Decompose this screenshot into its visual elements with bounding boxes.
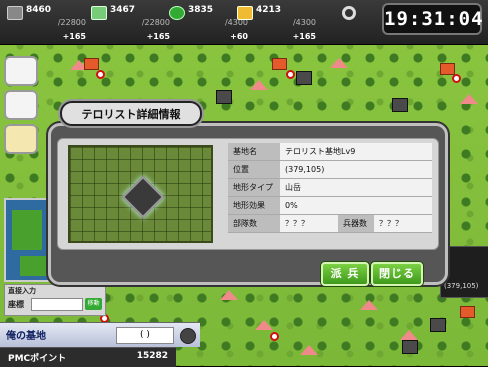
info-label: 地形効果 bbox=[228, 196, 280, 215]
info-value: (379,105) bbox=[280, 160, 432, 179]
house-tile[interactable] bbox=[84, 58, 99, 70]
resource-income: +165 bbox=[62, 32, 86, 41]
gold-icon bbox=[237, 6, 253, 20]
report-icon[interactable] bbox=[4, 90, 38, 120]
coordinate-go-button[interactable]: 移動 bbox=[85, 298, 102, 310]
status-bar: 8460 /22800 +165 3467 /22800 +165 3835 /… bbox=[0, 0, 488, 45]
house-tile[interactable] bbox=[460, 306, 475, 318]
ring-icon[interactable] bbox=[342, 6, 356, 20]
dialog-title: テロリスト詳細情報 bbox=[81, 108, 181, 121]
mail-icon[interactable] bbox=[4, 56, 38, 86]
coordinate-title: 直接入力 bbox=[8, 287, 36, 295]
pmc-value: 15282 bbox=[136, 351, 168, 361]
pmc-label: PMCポイント bbox=[8, 354, 67, 364]
base-selector[interactable]: 俺の基地 ( ) bbox=[0, 322, 200, 347]
enemy-marker-icon[interactable] bbox=[270, 332, 279, 341]
resource-max: /22800 bbox=[57, 18, 86, 27]
oil-icon bbox=[7, 6, 23, 20]
info-label: 基地名 bbox=[228, 143, 280, 161]
soldier-icon bbox=[169, 6, 185, 20]
base-label: 俺の基地 bbox=[6, 331, 46, 342]
resource-value: 3467 bbox=[110, 5, 136, 15]
resource-value: 3835 bbox=[188, 5, 214, 15]
mountain-tile[interactable] bbox=[250, 80, 268, 90]
ruin-tile[interactable] bbox=[392, 98, 408, 112]
resource-income: +165 bbox=[292, 32, 316, 41]
enemy-marker-icon[interactable] bbox=[286, 70, 295, 79]
base-coord-box[interactable]: ( ) bbox=[116, 327, 174, 344]
ruin-tile[interactable] bbox=[296, 71, 312, 85]
info-label: 地形タイプ bbox=[228, 178, 280, 197]
info-label: 部隊数 bbox=[228, 214, 280, 233]
info-value: 山岳 bbox=[280, 178, 432, 197]
info-table: 基地名 テロリスト基地Lv9 位置 (379,105) 地形タイプ 山岳 地形効… bbox=[228, 143, 432, 233]
house-tile[interactable] bbox=[272, 58, 287, 70]
dialog-title-tab: テロリスト詳細情報 bbox=[60, 101, 202, 126]
info-label: 位置 bbox=[228, 160, 280, 179]
enemy-marker-icon[interactable] bbox=[452, 74, 461, 83]
supply-icon bbox=[91, 6, 107, 20]
ruin-tile[interactable] bbox=[216, 90, 232, 104]
close-button[interactable]: 閉じる bbox=[371, 262, 423, 286]
mountain-tile[interactable] bbox=[300, 345, 318, 355]
terrorist-detail-dialog: 基地名 テロリスト基地Lv9 位置 (379,105) 地形タイプ 山岳 地形効… bbox=[48, 123, 448, 286]
resource-oil: 8460 /22800 +165 bbox=[4, 2, 90, 42]
tooltip-coord: (379,105) bbox=[444, 282, 479, 290]
mountain-tile[interactable] bbox=[360, 300, 378, 310]
dialog-body: 基地名 テロリスト基地Lv9 位置 (379,105) 地形タイプ 山岳 地形効… bbox=[57, 138, 439, 250]
mountain-tile[interactable] bbox=[460, 94, 478, 104]
info-value: ？？？ bbox=[280, 214, 338, 233]
ruin-tile[interactable] bbox=[402, 340, 418, 354]
ruin-tile[interactable] bbox=[430, 318, 446, 332]
eye-icon[interactable] bbox=[180, 328, 196, 344]
mountain-tile[interactable] bbox=[220, 290, 238, 300]
info-label: 兵器数 bbox=[338, 214, 374, 233]
info-value: テロリスト基地Lv9 bbox=[280, 143, 432, 161]
info-value: ？？？ bbox=[374, 214, 432, 233]
document-icon[interactable] bbox=[4, 124, 38, 154]
terrorist-base-icon bbox=[121, 175, 165, 219]
resource-value: 4213 bbox=[256, 5, 282, 15]
resource-supply: 3467 /22800 +165 bbox=[88, 2, 174, 42]
coordinate-input[interactable] bbox=[31, 298, 83, 311]
mountain-tile[interactable] bbox=[330, 58, 348, 68]
enemy-marker-icon[interactable] bbox=[96, 70, 105, 79]
info-value: 0% bbox=[280, 196, 432, 215]
terrain-preview bbox=[68, 145, 213, 243]
mountain-tile[interactable] bbox=[400, 330, 418, 340]
game-clock: 19:31:04 bbox=[382, 3, 483, 35]
pmc-points-bar: PMCポイント 15282 bbox=[0, 347, 176, 367]
resource-value: 8460 bbox=[26, 5, 52, 15]
coordinate-label: 座標 bbox=[8, 300, 24, 309]
dispatch-button[interactable]: 派 兵 bbox=[321, 262, 369, 286]
coordinate-panel: 直接入力 座標 移動 bbox=[4, 284, 106, 316]
house-tile[interactable] bbox=[440, 63, 455, 75]
resource-max: /4300 bbox=[292, 18, 316, 27]
mountain-tile[interactable] bbox=[255, 320, 273, 330]
resource-gold: 4213 /4300 +165 bbox=[234, 2, 320, 42]
